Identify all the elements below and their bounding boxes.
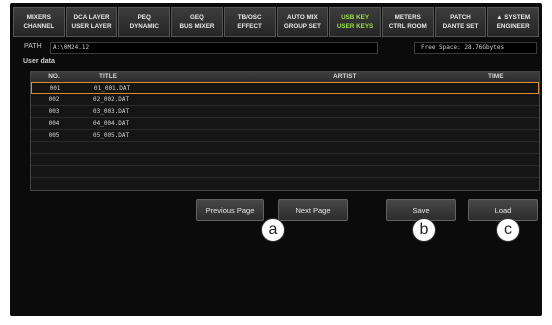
tab-label-bottom: BUS MIXER xyxy=(179,23,215,30)
tab-label-top: GEQ xyxy=(189,14,204,21)
tab-label-top: MIXERS xyxy=(26,14,51,21)
tab-label-bottom: DYNAMIC xyxy=(129,23,159,30)
table-row[interactable]: 004 04_004.DAT xyxy=(31,118,539,130)
table-row-empty[interactable] xyxy=(31,154,539,166)
tab-label-top: METERS xyxy=(394,14,421,21)
callout-marker-c: c xyxy=(496,218,520,242)
callout-marker-a: a xyxy=(261,218,285,242)
tab-label-top: DCA LAYER xyxy=(73,14,110,21)
row-title: 02_002.DAT xyxy=(93,96,130,103)
tab-label-bottom: USER LAYER xyxy=(71,23,112,30)
row-no: 005 xyxy=(48,132,60,139)
tab-label-bottom: DANTE SET xyxy=(442,23,479,30)
tab-label-top: AUTO MIX xyxy=(287,14,318,21)
mixer-screen: MIXERS CHANNEL DCA LAYER USER LAYER PEQ DYN… xyxy=(10,3,542,316)
tab-label-bottom: CTRL ROOM xyxy=(388,23,427,30)
tab-dca-user-layer[interactable]: DCA LAYER USER LAYER xyxy=(65,7,118,37)
tab-patch-dante-set[interactable]: PATCH DANTE SET xyxy=(434,7,487,37)
table-row[interactable]: 002 02_002.DAT xyxy=(31,94,539,106)
tab-label-top: TB/OSC xyxy=(237,14,262,21)
free-space-display: Free Space: 28.76Gbytes xyxy=(414,42,537,54)
next-page-button[interactable]: Next Page xyxy=(278,199,348,221)
table-row-empty[interactable] xyxy=(31,166,539,178)
user-data-label: User data xyxy=(23,58,55,65)
tab-bar: MIXERS CHANNEL DCA LAYER USER LAYER PEQ DYN… xyxy=(13,7,540,37)
path-label: PATH xyxy=(24,43,42,50)
table-row-empty[interactable] xyxy=(31,142,539,154)
table-row[interactable]: 005 05_005.DAT xyxy=(31,130,539,142)
tab-automix-group-set[interactable]: AUTO MIX GROUP SET xyxy=(276,7,329,37)
header-artist: ARTIST xyxy=(333,73,357,80)
tab-label-bottom: EFFECT xyxy=(237,23,262,30)
user-data-table: NO. TITLE ARTIST TIME 001 01_001.DAT 002 0… xyxy=(30,71,540,191)
row-no: 001 xyxy=(49,85,61,92)
tab-label-top: PATCH xyxy=(450,14,471,21)
header-no: NO. xyxy=(48,73,60,80)
row-no: 002 xyxy=(48,96,60,103)
tab-label-top: ▲ SYSTEM xyxy=(496,14,531,21)
table-row[interactable]: 003 03_003.DAT xyxy=(31,106,539,118)
row-title: 05_005.DAT xyxy=(93,132,130,139)
table-header: NO. TITLE ARTIST TIME xyxy=(31,72,539,82)
tab-meters-ctrl-room[interactable]: METERS CTRL ROOM xyxy=(381,7,434,37)
row-title: 04_004.DAT xyxy=(93,120,130,127)
tab-label-top: PEQ xyxy=(137,14,151,21)
tab-mixers-channel[interactable]: MIXERS CHANNEL xyxy=(13,7,65,37)
callout-marker-b: b xyxy=(412,218,436,242)
tab-label-top: USB KEY xyxy=(341,14,370,21)
header-time: TIME xyxy=(488,73,504,80)
tab-label-bottom: CHANNEL xyxy=(23,23,55,30)
tab-usb-key-user-keys[interactable]: USB KEY USER KEYS xyxy=(329,7,381,37)
row-title: 01_001.DAT xyxy=(94,85,131,92)
previous-page-button[interactable]: Previous Page xyxy=(196,199,264,221)
tab-geq-bus-mixer[interactable]: GEQ BUS MIXER xyxy=(171,7,223,37)
table-row[interactable]: 001 01_001.DAT xyxy=(31,82,539,94)
tab-label-bottom: ENGINEER xyxy=(496,23,530,30)
row-title: 03_003.DAT xyxy=(93,108,130,115)
tab-system-engineer[interactable]: ▲ SYSTEM ENGINEER xyxy=(487,7,540,37)
tab-label-bottom: USER KEYS xyxy=(336,23,374,30)
path-field: A:\0M24.12 xyxy=(50,42,378,54)
tab-peq-dynamic[interactable]: PEQ DYNAMIC xyxy=(118,7,171,37)
row-no: 004 xyxy=(48,120,60,127)
row-no: 003 xyxy=(48,108,60,115)
header-title: TITLE xyxy=(99,73,118,80)
tab-label-bottom: GROUP SET xyxy=(283,23,321,30)
tab-tbosc-effect[interactable]: TB/OSC EFFECT xyxy=(223,7,276,37)
